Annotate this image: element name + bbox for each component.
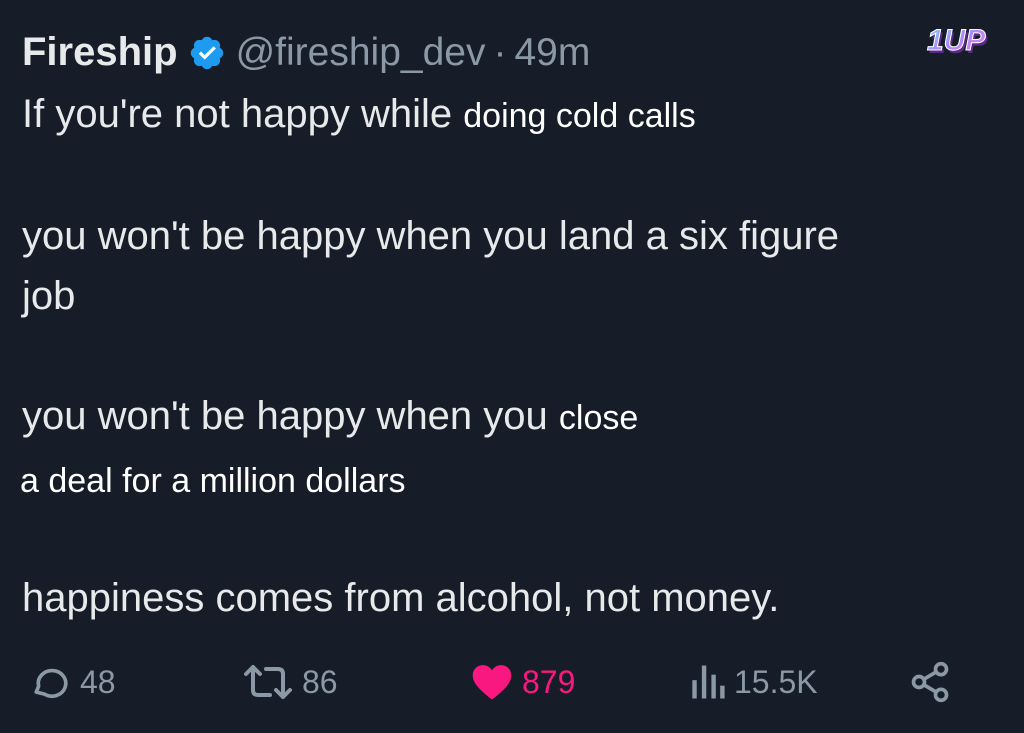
- repost-count: 86: [302, 663, 338, 700]
- tweet-text-overlay: doing cold calls: [463, 97, 696, 135]
- tweet-text-overlay: a deal for a million dollars: [20, 462, 406, 500]
- 1up-logo: 1UP 1UP: [927, 24, 989, 61]
- tweet-card: Fireship @fireship_dev · 49m 1UP 1UP If …: [0, 0, 1024, 733]
- tweet-line-2: you won't be happy when you land a six f…: [22, 214, 839, 259]
- tweet-text-original: job: [22, 274, 76, 318]
- tweet-text-original: you won't be happy when you: [22, 394, 548, 438]
- tweet-header: Fireship @fireship_dev · 49m: [22, 30, 590, 75]
- repost-icon: [244, 665, 292, 699]
- tweet-line-5: a deal for a million dollars: [20, 462, 406, 501]
- tweet-timestamp[interactable]: 49m: [514, 31, 590, 75]
- like-button[interactable]: 879: [470, 660, 575, 704]
- tweet-line-1: If you're not happy while doing cold cal…: [22, 92, 696, 137]
- author-handle[interactable]: @fireship_dev: [236, 31, 486, 75]
- author-name[interactable]: Fireship: [22, 30, 178, 75]
- like-count: 879: [522, 663, 576, 700]
- repost-button[interactable]: 86: [242, 660, 338, 704]
- reply-button[interactable]: 48: [28, 660, 116, 704]
- reply-icon: [34, 668, 68, 698]
- views-button[interactable]: 15.5K: [688, 660, 818, 704]
- views-count: 15.5K: [734, 663, 818, 700]
- tweet-line-6: happiness comes from alcohol, not money.: [22, 576, 779, 621]
- tweet-text-overlay: close: [558, 399, 639, 437]
- tweet-line-3: job: [22, 274, 75, 319]
- tweet-actions-bar: 48 86 879 15.5K: [0, 660, 1024, 710]
- share-button[interactable]: [908, 660, 952, 704]
- share-icon: [911, 661, 949, 703]
- views-icon: [692, 665, 725, 699]
- like-icon: [472, 665, 512, 700]
- tweet-text-original: If you're not happy while: [22, 92, 453, 136]
- svg-text:1UP: 1UP: [927, 24, 986, 57]
- tweet-text-original: you won't be happy when you land a six f…: [22, 214, 840, 258]
- verified-badge-icon: [190, 36, 223, 69]
- reply-count: 48: [80, 663, 116, 700]
- tweet-line-4: you won't be happy when you close: [22, 394, 638, 439]
- tweet-text-original: happiness comes from alcohol, not money.: [22, 576, 780, 620]
- header-separator: ·: [493, 30, 507, 74]
